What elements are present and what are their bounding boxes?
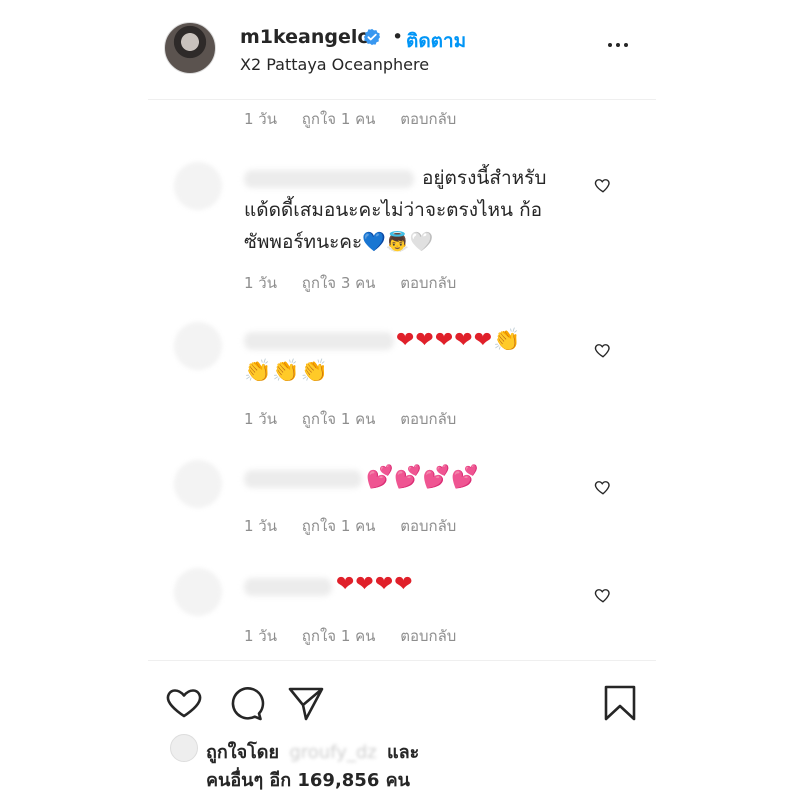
location-link[interactable]: X2 Pattaya Oceanphere — [240, 55, 429, 74]
comment-emoji-text: ❤❤❤❤ — [336, 572, 414, 597]
comment-likes[interactable]: ถูกใจ 1 คน — [302, 110, 376, 128]
commenter-username[interactable] — [244, 470, 362, 488]
comment-text: อยู่ตรงนี้สำหรับ — [422, 167, 547, 189]
comment-meta: 1 วัน ถูกใจ 1 คน ตอบกลับ — [244, 107, 476, 131]
comment-likes[interactable]: ถูกใจ 1 คน — [302, 517, 376, 535]
commenter-avatar[interactable] — [174, 322, 222, 370]
comment-emoji-text: 💕💕💕💕 — [366, 465, 480, 490]
commenter-username[interactable] — [244, 332, 394, 350]
commenter-username[interactable] — [244, 578, 332, 596]
likes-count[interactable]: คนอื่นๆ อีก 169,856 คน — [206, 765, 410, 794]
bookmark-icon[interactable] — [600, 683, 640, 723]
username[interactable]: m1keangelo — [240, 26, 370, 48]
heart-icon[interactable] — [164, 683, 204, 723]
comment-meta: 1 วัน ถูกใจ 3 คน ตอบกลับ — [244, 271, 476, 295]
follow-button[interactable]: ติดตาม — [406, 26, 466, 56]
verified-badge-icon — [363, 28, 381, 46]
comment-meta: 1 วัน ถูกใจ 1 คน ตอบกลับ — [244, 407, 476, 431]
post-panel: m1keangelo • ติดตาม X2 Pattaya Oceanpher… — [148, 0, 656, 800]
comment-time: 1 วัน — [244, 517, 277, 535]
comment-emoji: 💙👼🤍 — [362, 231, 434, 253]
commenter-avatar[interactable] — [174, 568, 222, 616]
comment-emoji-text: 👏👏👏 — [244, 359, 330, 384]
comment-likes[interactable]: ถูกใจ 1 คน — [302, 627, 376, 645]
comment-likes[interactable]: ถูกใจ 1 คน — [302, 410, 376, 428]
profile-avatar[interactable] — [164, 22, 216, 74]
liker-username[interactable]: groufy_dz — [289, 742, 376, 763]
reply-button[interactable]: ตอบกลับ — [400, 627, 456, 645]
commenter-avatar[interactable] — [174, 162, 222, 210]
comment-text: ซัพพอร์ทนะคะ💙👼🤍 — [244, 226, 433, 258]
likes-conj: และ — [387, 742, 420, 763]
separator-dot: • — [392, 26, 404, 48]
comment-time: 1 วัน — [244, 274, 277, 292]
comment-like-heart-icon[interactable] — [594, 341, 612, 359]
comment-icon[interactable] — [226, 683, 266, 723]
comment-time: 1 วัน — [244, 410, 277, 428]
comment-like-heart-icon[interactable] — [594, 586, 612, 604]
commenter-avatar[interactable] — [174, 460, 222, 508]
post-actions-bar: ถูกใจโดย groufy_dz และ คนอื่นๆ อีก 169,8… — [148, 660, 656, 800]
comment-time: 1 วัน — [244, 110, 277, 128]
post-header: m1keangelo • ติดตาม X2 Pattaya Oceanpher… — [148, 0, 656, 100]
likes-prefix: ถูกใจโดย — [206, 742, 280, 763]
comment-meta: 1 วัน ถูกใจ 1 คน ตอบกลับ — [244, 514, 476, 538]
reply-button[interactable]: ตอบกลับ — [400, 517, 456, 535]
comment-like-heart-icon[interactable] — [594, 478, 612, 496]
comment-meta: 1 วัน ถูกใจ 1 คน ตอบกลับ — [244, 624, 476, 648]
comment-like-heart-icon[interactable] — [594, 176, 612, 194]
reply-button[interactable]: ตอบกลับ — [400, 410, 456, 428]
comment-likes[interactable]: ถูกใจ 3 คน — [302, 274, 376, 292]
liker-avatar[interactable] — [170, 734, 198, 762]
likes-summary: ถูกใจโดย groufy_dz และ — [206, 737, 419, 766]
share-icon[interactable] — [286, 683, 326, 723]
comment-emoji-text: ❤❤❤❤❤👏 — [396, 328, 522, 353]
comment-time: 1 วัน — [244, 627, 277, 645]
reply-button[interactable]: ตอบกลับ — [400, 274, 456, 292]
commenter-username[interactable] — [244, 170, 414, 188]
comment-text-part: ซัพพอร์ทนะคะ — [244, 231, 363, 253]
reply-button[interactable]: ตอบกลับ — [400, 110, 456, 128]
more-options-icon[interactable] — [606, 36, 630, 56]
comment-text: แด้ดดี้เสมอนะคะไม่ว่าจะตรงไหน ก้อ — [244, 199, 542, 221]
